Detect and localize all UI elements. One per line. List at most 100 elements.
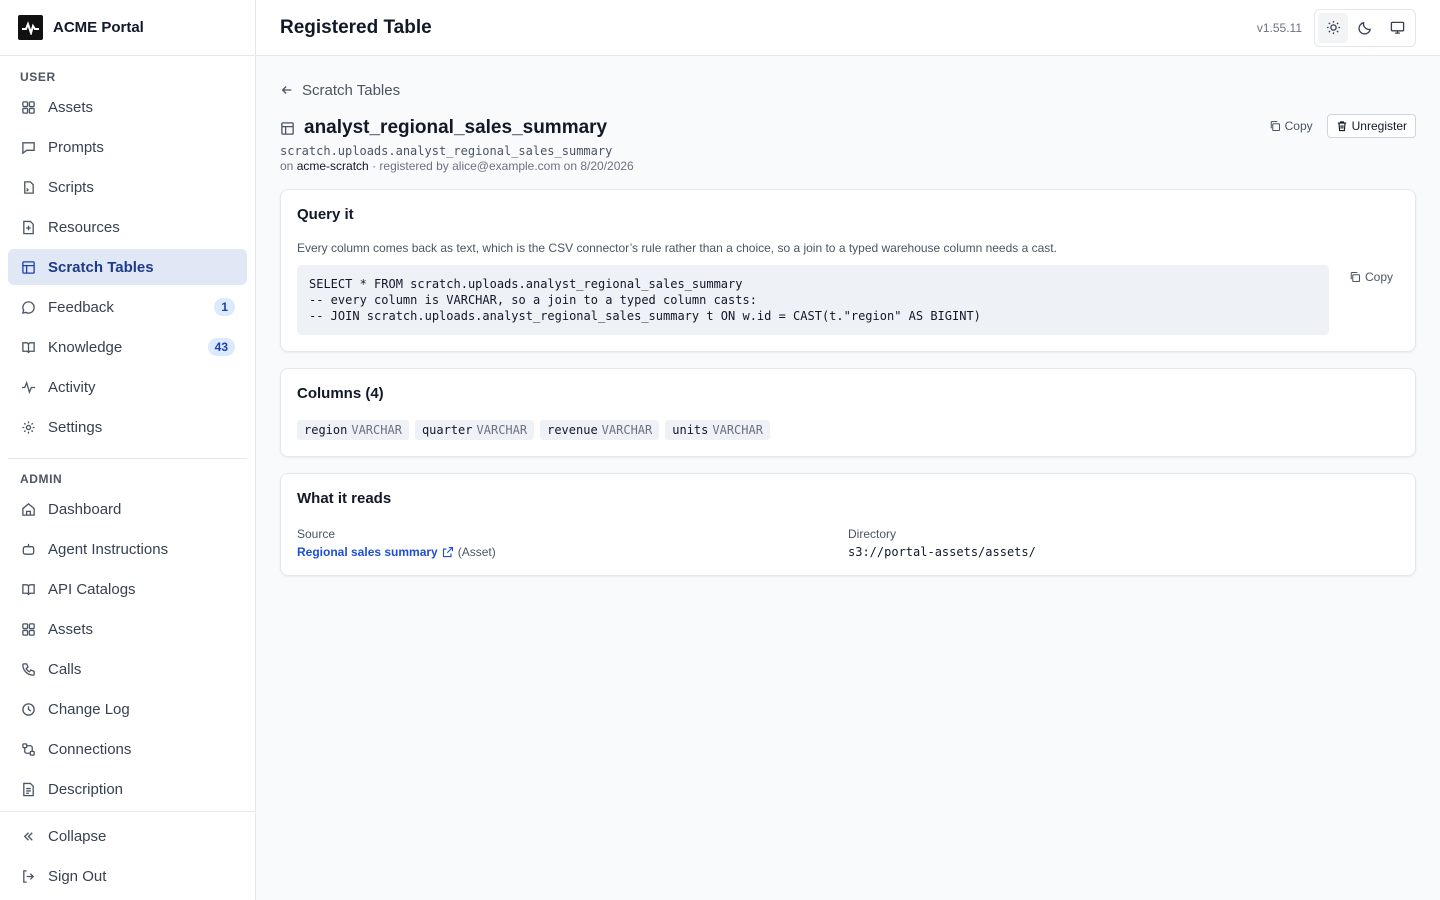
copy-sql-button[interactable]: Copy	[1343, 265, 1399, 289]
sidebar-footer: Collapse Sign Out	[0, 811, 255, 900]
sidebar-item-label: API Catalogs	[48, 580, 136, 598]
query-note: Every column comes back as text, which i…	[297, 241, 1057, 255]
sidebar-item-prompts[interactable]: Prompts	[8, 129, 247, 165]
section-label-user: USER	[20, 70, 56, 84]
columns-card: Columns (4) region VARCHAR quarter VARCHAR…	[280, 368, 1416, 457]
sidebar-item-label: Agent Instructions	[48, 540, 169, 558]
code-row: SELECT * FROM scratch.uploads.analyst_re…	[297, 265, 1399, 335]
sidebar-divider	[8, 458, 247, 459]
meta-catalog: acme-scratch	[296, 159, 369, 173]
table-header-info: analyst_regional_sales_summary scratch.u…	[280, 116, 634, 173]
sidebar-item-label: Description	[48, 780, 124, 798]
sidebar-item-settings[interactable]: Settings	[8, 409, 247, 445]
book-open-icon	[20, 581, 36, 597]
external-link-icon[interactable]	[442, 546, 454, 558]
back-link-label: Scratch Tables	[302, 81, 401, 99]
back-link[interactable]: Scratch Tables	[280, 80, 1416, 100]
directory-value: s3://portal-assets/assets/	[848, 545, 1036, 559]
sidebar-nav: USER Assets Prompts Scripts Resources Sc…	[0, 56, 255, 811]
dark-theme-button[interactable]	[1350, 13, 1380, 43]
copy-icon	[1270, 120, 1280, 132]
table-name: analyst_regional_sales_summary	[304, 117, 608, 138]
chevrons-left-icon	[20, 828, 36, 844]
column-type: VARCHAR	[601, 423, 653, 437]
column-name: revenue	[547, 423, 598, 437]
sidebar-item-scripts[interactable]: Scripts	[8, 169, 247, 205]
theme-switch	[1314, 8, 1416, 47]
sidebar-item-resources[interactable]: Resources	[8, 209, 247, 245]
history-icon	[20, 701, 36, 717]
table-header: analyst_regional_sales_summary scratch.u…	[280, 114, 1416, 173]
document-icon	[20, 781, 36, 797]
grid-icon	[20, 99, 36, 115]
column-chip: units VARCHAR	[665, 420, 770, 440]
sidebar-item-calls[interactable]: Calls	[8, 651, 247, 687]
sign-out-icon	[20, 868, 36, 884]
sign-out-button[interactable]: Sign Out	[8, 858, 247, 894]
title-line: analyst_regional_sales_summary	[280, 116, 634, 140]
terminal-icon	[20, 179, 36, 195]
header-actions: Copy Unregister	[1263, 114, 1416, 138]
copy-name-button[interactable]: Copy	[1263, 114, 1319, 138]
sidebar-item-label: Calls	[48, 660, 82, 678]
knowledge-count-badge: 43	[207, 338, 235, 356]
monitor-icon	[1390, 21, 1404, 34]
sidebar-item-description[interactable]: Description	[8, 771, 247, 807]
chat-icon	[20, 299, 36, 315]
version-label: v1.55.11	[1256, 20, 1302, 35]
light-theme-button[interactable]	[1318, 12, 1348, 43]
columns-card-title: Columns (4)	[297, 385, 384, 402]
column-name: quarter	[421, 423, 473, 437]
brand-name: ACME Portal	[53, 19, 144, 36]
sidebar-item-agent-instructions[interactable]: Agent Instructions	[8, 531, 247, 567]
home-icon	[20, 501, 36, 517]
feedback-count-badge: 1	[214, 298, 235, 316]
source-link[interactable]: Regional sales summary	[297, 545, 438, 559]
sidebar-item-admin-assets[interactable]: Assets	[8, 611, 247, 647]
arrow-left-icon	[281, 86, 292, 94]
sidebar-item-api-catalogs[interactable]: API Catalogs	[8, 571, 247, 607]
directory-column: Directory s3://portal-assets/assets/	[848, 527, 1399, 559]
sun-icon	[1326, 20, 1340, 35]
page-title: Registered Table	[280, 16, 432, 38]
meta-rest: · registered by alice@example.com on 8/2…	[372, 159, 634, 173]
copy-label: Copy	[1284, 119, 1313, 133]
sidebar-item-activity[interactable]: Activity	[8, 369, 247, 405]
sidebar-item-label: Feedback	[48, 298, 114, 316]
sidebar-item-assets[interactable]: Assets	[8, 89, 247, 125]
sidebar-item-connections[interactable]: Connections	[8, 731, 247, 767]
topbar: Registered Table v1.55.11	[256, 0, 1440, 56]
moon-icon	[1357, 21, 1371, 35]
message-icon	[20, 139, 36, 155]
sidebar-item-label: Assets	[48, 620, 94, 638]
logo-icon	[18, 15, 43, 40]
column-chip: revenue VARCHAR	[540, 420, 660, 440]
sidebar-item-knowledge[interactable]: Knowledge 43	[8, 329, 247, 365]
phone-icon	[20, 661, 36, 677]
sidebar-item-dashboard[interactable]: Dashboard	[8, 491, 247, 527]
column-type: VARCHAR	[712, 423, 763, 437]
sidebar-item-label: Scratch Tables	[48, 258, 154, 276]
topbar-right: v1.55.11	[1256, 8, 1416, 47]
brand[interactable]: ACME Portal	[0, 0, 255, 56]
sidebar-item-label: Knowledge	[48, 338, 123, 356]
sidebar-item-feedback[interactable]: Feedback 1	[8, 289, 247, 325]
sidebar-item-label: Prompts	[48, 138, 104, 156]
column-type: VARCHAR	[476, 423, 528, 437]
copy-sql-label: Copy	[1364, 270, 1393, 284]
column-chip: region VARCHAR	[297, 420, 409, 440]
source-kind: (Asset)	[457, 545, 496, 559]
sidebar-item-label: Assets	[48, 98, 94, 116]
activity-icon	[20, 379, 36, 395]
sidebar-item-label: Connections	[48, 740, 132, 758]
sidebar-item-scratch-tables[interactable]: Scratch Tables	[8, 249, 247, 285]
unregister-button[interactable]: Unregister	[1326, 114, 1416, 138]
query-card: Query it Every column comes back as text…	[280, 189, 1416, 352]
collapse-button[interactable]: Collapse	[8, 818, 247, 854]
fully-qualified-name: scratch.uploads.analyst_regional_sales_s…	[280, 144, 613, 158]
system-theme-button[interactable]	[1382, 13, 1412, 43]
book-icon	[20, 339, 36, 355]
sidebar-item-change-log[interactable]: Change Log	[8, 691, 247, 727]
query-card-title: Query it	[297, 206, 354, 223]
sql-code-block[interactable]: SELECT * FROM scratch.uploads.analyst_re…	[297, 265, 1329, 335]
